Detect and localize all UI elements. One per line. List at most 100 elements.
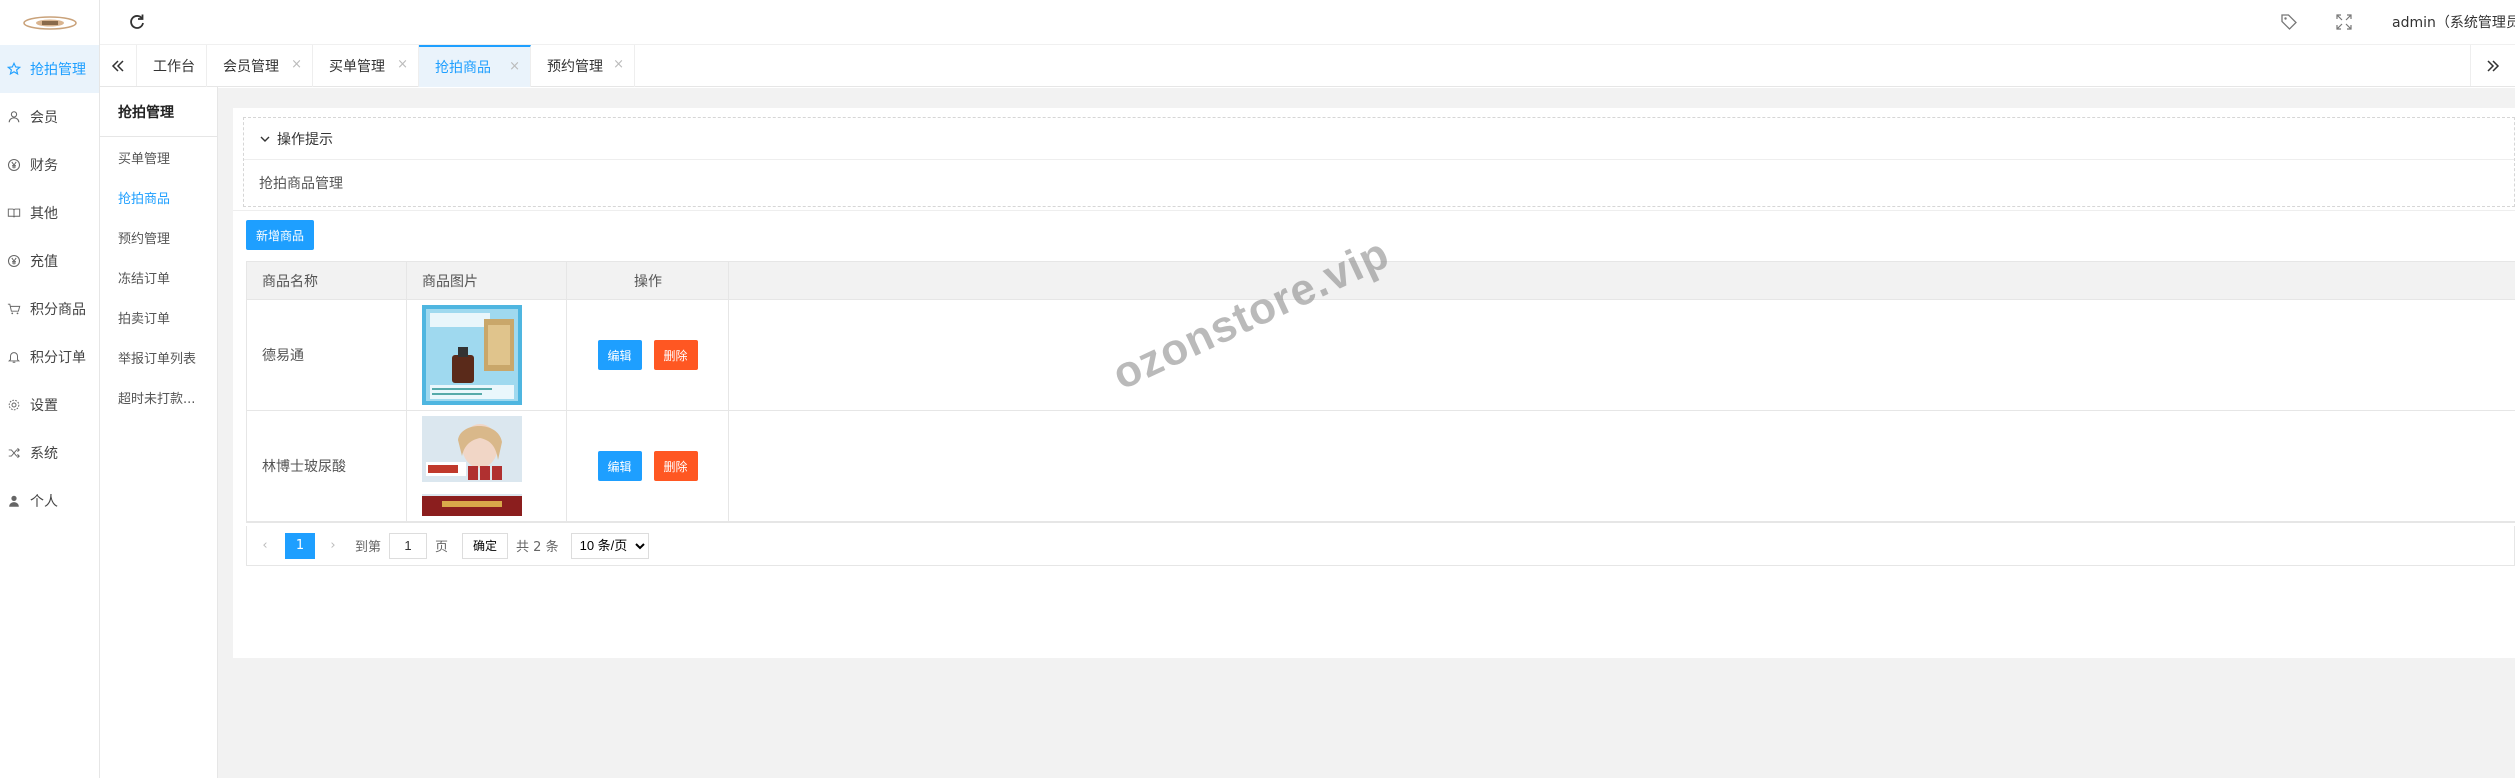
top-header: admin（系统管理员 xyxy=(100,0,2515,45)
sub-item-auction-orders[interactable]: 拍卖订单 xyxy=(100,297,217,337)
nav-label: 其他 xyxy=(30,206,58,222)
nav-item-member[interactable]: 会员 xyxy=(0,93,99,141)
subnav-title: 抢拍管理 xyxy=(100,87,217,137)
goods-image-cell xyxy=(407,300,567,410)
sub-item-rush-goods[interactable]: 抢拍商品 xyxy=(100,177,217,217)
edit-button[interactable]: 编辑 xyxy=(597,340,642,370)
nav-label: 充值 xyxy=(30,254,58,270)
row-filler xyxy=(729,411,2515,521)
nav-label: 积分订单 xyxy=(30,350,86,366)
sub-item-overdue-unpaid[interactable]: 超时未打款... xyxy=(100,377,217,417)
nav-label: 会员 xyxy=(30,110,58,126)
tab-label: 买单管理 xyxy=(329,59,385,75)
page-number-input[interactable] xyxy=(389,532,428,559)
page-unit: 页 xyxy=(435,540,449,555)
sub-item-frozen-orders[interactable]: 冻结订单 xyxy=(100,257,217,297)
main-content: 操作提示 抢拍商品管理 新增商品 商品名称 商品图片 操作 德易通 编辑 删除 … xyxy=(218,88,2515,778)
refresh-icon[interactable] xyxy=(127,12,147,32)
tab-bill-manage[interactable]: 买单管理 × xyxy=(313,45,419,87)
user-menu[interactable]: admin（系统管理员 xyxy=(2392,12,2515,32)
goods-image[interactable] xyxy=(422,305,522,405)
tips-title: 操作提示 xyxy=(277,131,333,148)
close-icon[interactable]: × xyxy=(291,57,302,72)
table-header-filler xyxy=(729,262,2515,299)
current-page[interactable]: 1 xyxy=(285,532,315,559)
tab-scroll-right[interactable] xyxy=(2470,45,2515,86)
gear-icon xyxy=(6,397,22,413)
row-filler xyxy=(729,300,2515,410)
tab-label: 会员管理 xyxy=(223,59,279,75)
content-card: 操作提示 抢拍商品管理 新增商品 商品名称 商品图片 操作 德易通 编辑 删除 … xyxy=(233,108,2515,658)
go-button[interactable]: 确定 xyxy=(462,532,509,559)
tips-toggle[interactable]: 操作提示 xyxy=(244,118,2514,160)
tab-rush-goods[interactable]: 抢拍商品 × xyxy=(419,45,531,87)
goods-name: 德易通 xyxy=(247,300,407,410)
close-icon[interactable]: × xyxy=(613,57,624,72)
nav-item-recharge[interactable]: 充值 xyxy=(0,237,99,285)
actions-cell: 编辑 删除 xyxy=(567,300,729,410)
actions-cell: 编辑 删除 xyxy=(567,411,729,521)
delete-button[interactable]: 删除 xyxy=(653,451,698,481)
tab-reservation-manage[interactable]: 预约管理 × xyxy=(531,45,635,87)
tab-workbench[interactable]: 工作台 xyxy=(137,45,207,87)
tab-label: 工作台 xyxy=(153,59,195,75)
close-icon[interactable]: × xyxy=(509,59,520,74)
shuffle-icon xyxy=(6,445,22,461)
yen-icon xyxy=(6,157,22,173)
pagination: ‹ 1 › 到第 页 确定 共 2 条 10 条/页 xyxy=(246,526,2515,566)
tab-scroll-left[interactable] xyxy=(100,45,137,86)
total-count: 共 2 条 xyxy=(516,540,559,555)
fullscreen-icon[interactable] xyxy=(2335,13,2353,31)
column-header: 商品图片 xyxy=(407,262,567,299)
nav-label: 个人 xyxy=(30,494,58,510)
goods-image-cell xyxy=(407,411,567,521)
nav-label: 设置 xyxy=(30,398,58,414)
close-icon[interactable]: × xyxy=(397,57,408,72)
brand-logo-icon xyxy=(22,15,77,30)
column-header: 操作 xyxy=(567,262,729,299)
goods-image[interactable] xyxy=(422,416,522,516)
page-size-select[interactable]: 10 条/页 xyxy=(570,532,649,559)
sub-item-report-orders[interactable]: 举报订单列表 xyxy=(100,337,217,377)
nav-label: 财务 xyxy=(30,158,58,174)
nav-item-system[interactable]: 系统 xyxy=(0,429,99,477)
nav-item-finance[interactable]: 财务 xyxy=(0,141,99,189)
nav-item-other[interactable]: 其他 xyxy=(0,189,99,237)
table-row: 德易通 编辑 删除 xyxy=(247,300,2515,411)
sub-item-bill-manage[interactable]: 买单管理 xyxy=(100,137,217,177)
next-page-button[interactable]: › xyxy=(319,533,347,559)
nav-item-personal[interactable]: 个人 xyxy=(0,477,99,525)
add-goods-button[interactable]: 新增商品 xyxy=(246,220,314,250)
table-header: 商品名称 商品图片 操作 xyxy=(247,262,2515,300)
nav-item-rush-manage[interactable]: 抢拍管理 xyxy=(0,45,99,93)
tab-label: 预约管理 xyxy=(547,59,603,75)
edit-button[interactable]: 编辑 xyxy=(597,451,642,481)
logo[interactable] xyxy=(0,0,99,45)
delete-button[interactable]: 删除 xyxy=(653,340,698,370)
tag-icon[interactable] xyxy=(2280,13,2298,31)
nav-item-settings[interactable]: 设置 xyxy=(0,381,99,429)
tips-panel: 操作提示 抢拍商品管理 xyxy=(243,117,2515,207)
person-icon xyxy=(6,493,22,509)
chevron-down-icon xyxy=(260,136,270,142)
book-icon xyxy=(6,205,22,221)
tab-bar: 工作台 会员管理 × 买单管理 × 抢拍商品 × 预约管理 × xyxy=(100,45,2515,87)
cart-icon xyxy=(6,301,22,317)
tab-member-manage[interactable]: 会员管理 × xyxy=(207,45,313,87)
nav-item-points-order[interactable]: 积分订单 xyxy=(0,333,99,381)
table-row: 林博士玻尿酸 编辑 删除 xyxy=(247,411,2515,522)
sub-item-reservation[interactable]: 预约管理 xyxy=(100,217,217,257)
bell-icon xyxy=(6,349,22,365)
sub-nav: 抢拍管理 买单管理 抢拍商品 预约管理 冻结订单 拍卖订单 举报订单列表 超时未… xyxy=(100,87,218,778)
goto-label: 到第 xyxy=(355,540,382,555)
double-chevron-right-icon xyxy=(2487,59,2500,72)
nav-label: 积分商品 xyxy=(30,302,86,318)
nav-label: 抢拍管理 xyxy=(30,62,86,78)
divider xyxy=(233,210,2515,211)
nav-label: 系统 xyxy=(30,446,58,462)
prev-page-button[interactable]: ‹ xyxy=(251,533,279,559)
user-icon xyxy=(6,109,22,125)
column-header: 商品名称 xyxy=(247,262,407,299)
nav-item-points-goods[interactable]: 积分商品 xyxy=(0,285,99,333)
double-chevron-left-icon xyxy=(111,59,124,72)
